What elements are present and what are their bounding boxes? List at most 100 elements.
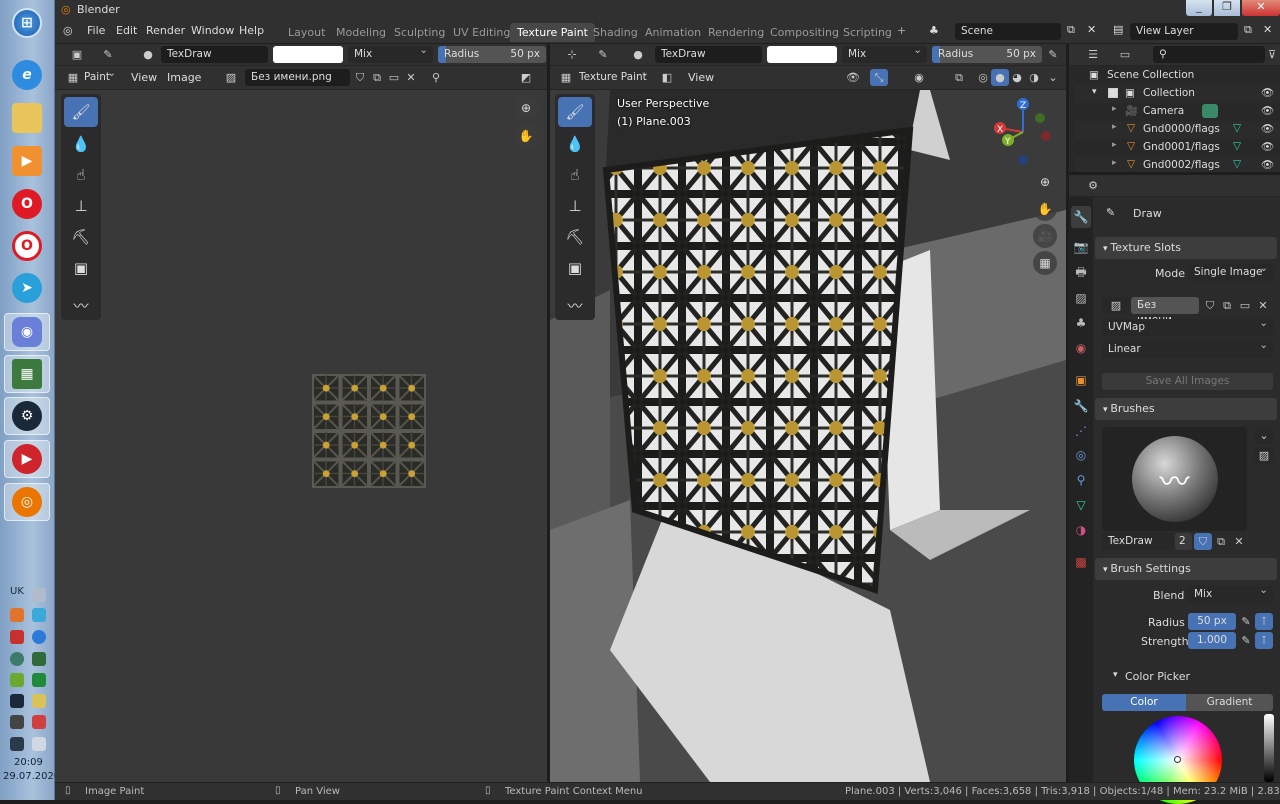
tab-compositing[interactable]: Compositing	[763, 23, 846, 42]
material-tab-icon[interactable]: ◑	[1071, 519, 1091, 541]
view-layer-field[interactable]: View Layer	[1130, 23, 1238, 40]
pressure-icon[interactable]: ✎	[1237, 632, 1255, 649]
start-button[interactable]: ⊞	[4, 4, 50, 42]
viewport-3d[interactable]: 🖌 💧 ☝ ⊥ ⛏ ▣ 〰 User Perspective (1) Plane…	[550, 90, 1066, 782]
brush-name-field[interactable]: TexDraw	[1102, 533, 1174, 550]
editor-type-icon[interactable]: ☰	[1081, 46, 1105, 63]
brush-users-count[interactable]: 2	[1175, 533, 1192, 550]
menu-view[interactable]: View	[131, 71, 157, 84]
language-indicator[interactable]: UK	[10, 586, 24, 597]
expand-icon[interactable]: ▸	[1112, 158, 1117, 168]
taskbar-steam[interactable]: ⚙	[4, 397, 50, 435]
tab-animation[interactable]: Animation	[638, 23, 708, 42]
fake-user-shield-icon[interactable]: ⛉	[1194, 533, 1212, 550]
outliner-search[interactable]: ⚲	[1153, 46, 1265, 63]
mesh-data-icon[interactable]: ▽	[1233, 140, 1241, 152]
eye-icon[interactable]: 👁	[1261, 140, 1274, 153]
strength-field[interactable]: 1.000	[1188, 632, 1236, 649]
render-tab-icon[interactable]: 📷	[1071, 236, 1091, 258]
texture-slots-panel-header[interactable]: ▾ Texture Slots	[1095, 237, 1277, 259]
soften-tool-icon[interactable]: 💧	[64, 129, 98, 159]
taskbar-video[interactable]: ▶	[4, 440, 50, 478]
eye-icon[interactable]: 👁	[1261, 104, 1274, 117]
new-view-layer-icon[interactable]: ⧉	[1244, 23, 1252, 37]
tray-app-icon[interactable]	[32, 673, 46, 687]
pressure-icon[interactable]: ✎	[1044, 46, 1062, 63]
image-name-field[interactable]: Без имени.png	[245, 69, 350, 86]
brush-name-field[interactable]: TexDraw	[161, 46, 268, 63]
clock-date[interactable]: 29.07.2020	[3, 771, 60, 782]
mask-toggle-icon[interactable]: ◧	[658, 69, 676, 86]
duplicate-brush-icon[interactable]: ⧉	[1212, 533, 1230, 550]
scene-name-field[interactable]: Scene	[955, 23, 1061, 40]
taskbar-ie[interactable]: e	[4, 56, 50, 94]
clock-time[interactable]: 20:09	[14, 757, 43, 768]
menu-edit[interactable]: Edit	[116, 24, 137, 37]
volume-icon[interactable]	[32, 737, 46, 751]
tab-modeling[interactable]: Modeling	[329, 23, 393, 42]
physics-tab-icon[interactable]: ◎	[1071, 444, 1091, 466]
smear-tool-icon[interactable]: ☝	[558, 160, 592, 190]
mask-tool-icon[interactable]: ▣	[558, 253, 592, 283]
mask-tool-icon[interactable]: ▣	[64, 253, 98, 283]
zoom-icon[interactable]: ⊕	[514, 96, 538, 120]
unlink-brush-icon[interactable]: ✕	[1230, 533, 1248, 550]
minimize-button[interactable]: _	[1186, 0, 1212, 16]
image-editor-canvas[interactable]: 🖌 💧 ☝ ⊥ ⛏ ▣ 〰 ⊕ ✋	[55, 90, 547, 782]
view-layer-icon[interactable]: ▤	[1113, 23, 1123, 36]
taskbar-opera[interactable]: O	[4, 185, 50, 223]
radius-slider[interactable]: Radius 50 px	[438, 46, 546, 63]
editor-type-icon[interactable]: ▣	[65, 46, 89, 63]
modifier-tab-icon[interactable]: 🔧	[1071, 395, 1091, 417]
outliner-item[interactable]: ▸ 🎥 Camera 👁	[1075, 103, 1280, 121]
clone-tool-icon[interactable]: ⊥	[558, 191, 592, 221]
editor-type-icon[interactable]: ⚙	[1081, 177, 1105, 194]
new-scene-icon[interactable]: ⧉	[1067, 23, 1075, 37]
blender-menu-icon[interactable]: ◎	[63, 24, 73, 37]
tray-app-icon[interactable]	[32, 715, 46, 729]
outliner-scene-collection[interactable]: ▣ Scene Collection	[1075, 67, 1280, 85]
taskbar-blender[interactable]: ◎	[4, 483, 50, 521]
outliner-collection[interactable]: ▾ ▣ Collection 👁	[1075, 85, 1280, 103]
strength-pressure-icon[interactable]: ⊺	[1255, 632, 1273, 649]
view-layer-tab-icon[interactable]: ▨	[1071, 287, 1091, 309]
taskbar-media[interactable]: ▶	[4, 142, 50, 180]
constraints-tab-icon[interactable]: ⚲	[1071, 469, 1091, 491]
tab-sculpting[interactable]: Sculpting	[387, 23, 452, 42]
brushes-panel-header[interactable]: ▾ Brushes	[1095, 398, 1277, 420]
mode-dropdown[interactable]: Paint	[81, 66, 121, 86]
scene-tab-icon[interactable]: ♣	[1071, 312, 1091, 334]
value-slider[interactable]	[1264, 714, 1274, 782]
zoom-icon[interactable]: ⊕	[1033, 170, 1057, 194]
delete-view-layer-icon[interactable]: ✕	[1263, 23, 1272, 36]
eye-icon[interactable]: 👁	[1261, 122, 1274, 135]
texture-paint-mode-icon[interactable]: ▦	[558, 69, 574, 86]
add-workspace-icon[interactable]: +	[897, 24, 906, 37]
delete-scene-icon[interactable]: ✕	[1087, 23, 1096, 36]
tray-app-icon[interactable]	[32, 608, 46, 622]
mode-dropdown[interactable]: Texture Paint	[574, 66, 654, 86]
editor-type-icon[interactable]: ⊹	[560, 46, 584, 63]
mesh-data-icon[interactable]: ▽	[1233, 158, 1241, 170]
keyboard-icon[interactable]	[32, 588, 46, 602]
tray-app-icon[interactable]	[32, 630, 46, 644]
tab-color[interactable]: Color	[1102, 694, 1186, 711]
brush-name-field[interactable]: TexDraw	[655, 46, 762, 63]
blend-dropdown[interactable]: Mix	[842, 43, 927, 63]
camera-data-icon[interactable]	[1202, 104, 1218, 118]
tray-app-icon[interactable]	[10, 652, 24, 666]
overlays-icon[interactable]: ◉	[906, 69, 932, 86]
pan-hand-icon[interactable]: ✋	[1033, 197, 1057, 221]
menu-file[interactable]: File	[87, 24, 105, 37]
nvidia-icon[interactable]	[10, 673, 24, 687]
display-mode-icon[interactable]: ▭	[1113, 46, 1137, 63]
wireframe-shading-icon[interactable]: ◎	[974, 69, 992, 86]
steam-tray-icon[interactable]	[10, 694, 24, 708]
tray-app-icon[interactable]	[10, 715, 24, 729]
brush-browse-icon[interactable]: ●	[629, 46, 647, 63]
paint-mode-icon[interactable]: ▦	[65, 69, 81, 86]
checkbox-icon[interactable]	[1108, 88, 1118, 98]
network-icon[interactable]	[10, 737, 24, 751]
eye-icon[interactable]: 👁	[1261, 86, 1274, 99]
menu-image[interactable]: Image	[167, 71, 201, 84]
